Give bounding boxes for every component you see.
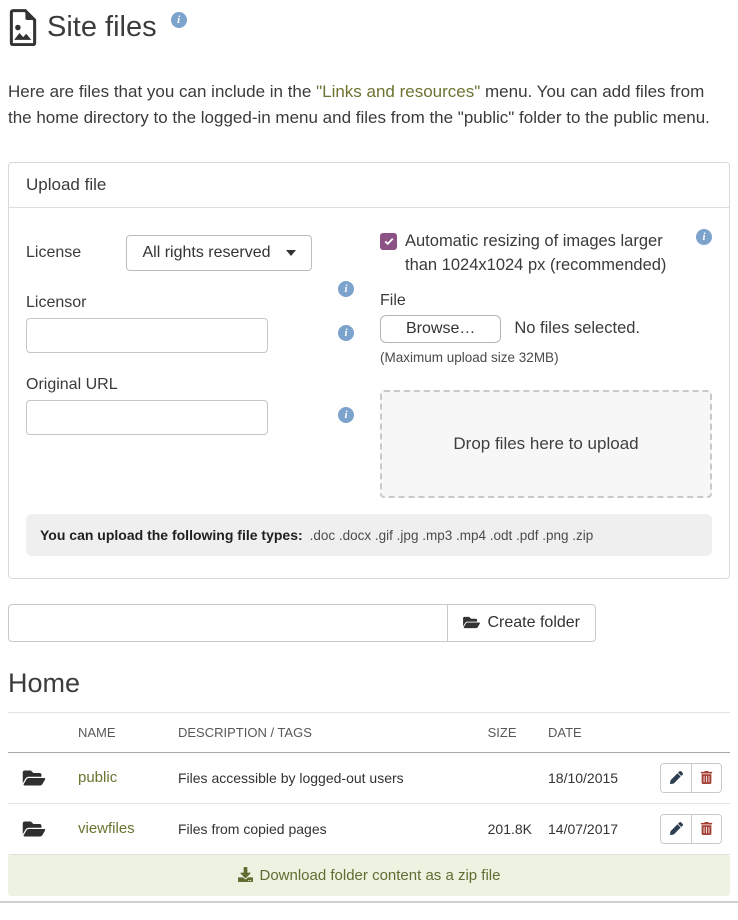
create-folder-group: Create folder <box>8 604 596 642</box>
license-info-icon[interactable]: i <box>338 281 354 297</box>
filetypes-list: .doc .docx .gif .jpg .mp3 .mp4 .odt .pdf… <box>310 528 594 543</box>
folder-open-icon <box>22 768 46 788</box>
section-divider <box>0 901 738 903</box>
column-size: SIZE <box>480 712 540 752</box>
resize-checkbox-label[interactable]: Automatic resizing of images larger than… <box>405 230 682 278</box>
folder-date: 18/10/2015 <box>540 752 652 803</box>
resize-info-icon[interactable]: i <box>696 229 712 245</box>
resize-checkbox-row: Automatic resizing of images larger than… <box>380 230 712 278</box>
pencil-icon <box>670 771 683 784</box>
license-selected-value: All rights reserved <box>142 244 270 262</box>
license-select[interactable]: All rights reserved <box>126 235 312 271</box>
page-header: Site files i <box>8 0 730 46</box>
column-actions <box>652 712 730 752</box>
licensor-info-icon[interactable]: i <box>338 325 354 341</box>
edit-button[interactable] <box>661 815 691 843</box>
filetypes-label: You can upload the following file types: <box>40 527 303 543</box>
column-name: NAME <box>70 712 170 752</box>
folder-open-icon <box>463 615 480 630</box>
allowed-filetypes-bar: You can upload the following file types:… <box>26 514 712 556</box>
table-row: public Files accessible by logged-out us… <box>8 752 730 803</box>
license-field-row: License All rights reserved <box>26 235 358 271</box>
check-icon <box>383 235 395 247</box>
original-url-label: Original URL <box>26 376 358 394</box>
file-dropzone[interactable]: Drop files here to upload <box>380 390 712 498</box>
folder-link[interactable]: viewfiles <box>78 820 135 837</box>
folder-open-icon <box>22 819 46 839</box>
resize-checkbox[interactable] <box>380 233 397 250</box>
page-title: Site files <box>47 9 157 45</box>
links-and-resources-link[interactable]: "Links and resources" <box>316 82 480 101</box>
intro-text-before: Here are files that you can include in t… <box>8 82 316 101</box>
column-date: DATE <box>540 712 652 752</box>
folder-size: 201.8K <box>480 803 540 854</box>
create-folder-button[interactable]: Create folder <box>447 604 597 642</box>
intro-text: Here are files that you can include in t… <box>8 79 730 132</box>
upload-panel-title: Upload file <box>9 163 729 208</box>
chevron-down-icon <box>286 250 296 256</box>
dropzone-text: Drop files here to upload <box>453 434 638 454</box>
trash-icon <box>700 771 713 784</box>
folder-date: 14/07/2017 <box>540 803 652 854</box>
column-icon <box>8 712 70 752</box>
trash-icon <box>700 822 713 835</box>
column-description: DESCRIPTION / TAGS <box>170 712 480 752</box>
home-heading: Home <box>8 668 730 699</box>
folder-link[interactable]: public <box>78 769 117 786</box>
licensor-input[interactable] <box>26 318 268 353</box>
upload-left-column: License All rights reserved i Licensor i… <box>26 225 358 498</box>
table-row: viewfiles Files from copied pages 201.8K… <box>8 803 730 854</box>
info-icon[interactable]: i <box>171 12 187 28</box>
original-url-info-icon[interactable]: i <box>338 407 354 423</box>
browse-button[interactable]: Browse… <box>380 315 501 343</box>
upload-file-panel: Upload file License All rights reserved … <box>8 162 730 579</box>
folder-description: Files accessible by logged-out users <box>170 752 480 803</box>
pencil-icon <box>670 822 683 835</box>
files-table-header: NAME DESCRIPTION / TAGS SIZE DATE <box>8 712 730 752</box>
file-label: File <box>380 292 712 310</box>
upload-panel-body: License All rights reserved i Licensor i… <box>9 208 729 578</box>
folder-description: Files from copied pages <box>170 803 480 854</box>
row-actions <box>660 763 722 793</box>
file-status-text: No files selected. <box>514 319 640 338</box>
licensor-label: Licensor <box>26 294 358 312</box>
delete-button[interactable] <box>691 764 721 792</box>
delete-button[interactable] <box>691 815 721 843</box>
original-url-input[interactable] <box>26 400 268 435</box>
file-browse-row: Browse… No files selected. <box>380 315 712 343</box>
create-folder-input[interactable] <box>8 604 448 642</box>
edit-button[interactable] <box>661 764 691 792</box>
max-upload-note: (Maximum upload size 32MB) <box>380 350 712 365</box>
download-icon <box>238 867 253 882</box>
licensor-field-row: Licensor <box>26 294 358 353</box>
download-zip-button[interactable]: Download folder content as a zip file <box>8 855 730 896</box>
files-table: NAME DESCRIPTION / TAGS SIZE DATE public… <box>8 712 730 896</box>
file-image-icon <box>8 9 37 46</box>
folder-size <box>480 752 540 803</box>
site-files-page: Site files i Here are files that you can… <box>0 0 738 896</box>
original-url-field-row: Original URL <box>26 376 358 435</box>
row-actions <box>660 814 722 844</box>
upload-right-column: i Automatic resizing of images larger th… <box>380 225 712 498</box>
license-label: License <box>26 244 126 262</box>
file-image-icon <box>8 9 37 46</box>
download-zip-label: Download folder content as a zip file <box>260 867 501 884</box>
create-folder-button-label: Create folder <box>488 614 581 632</box>
